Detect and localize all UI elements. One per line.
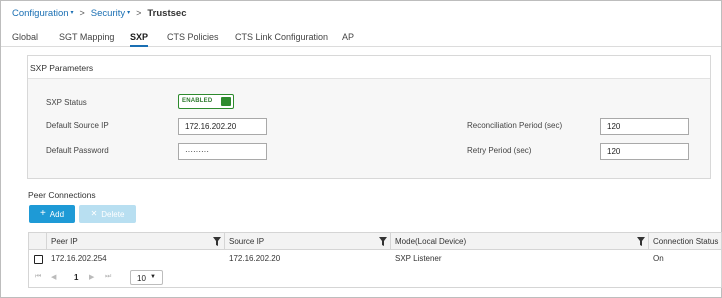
sxp-status-toggle[interactable]: ENABLED [178,94,234,109]
default-source-ip-label: Default Source IP [46,121,109,130]
add-button[interactable]: + Add [29,205,75,223]
plus-icon: + [39,208,46,219]
breadcrumb-security[interactable]: Security [91,8,125,19]
current-page-number[interactable]: 1 [74,273,78,282]
breadcrumb: Configuration ▾ > Security ▾ > Trustsec [12,6,186,20]
chevron-down-icon: ▼ [150,274,156,280]
breadcrumb-separator: > [79,8,85,18]
add-button-label: Add [49,209,65,219]
peer-connections-table: Peer IP Source IP Mode(Local Device) Con… [28,232,722,288]
cell-peer-ip: 172.16.202.254 [51,254,107,263]
sxp-status-label: SXP Status [46,98,87,107]
reconciliation-period-label: Reconciliation Period (sec) [467,121,563,130]
tab-ap[interactable]: AP [342,32,354,47]
tab-sxp[interactable]: SXP [130,32,149,47]
column-header-peer-ip[interactable]: Peer IP [47,233,225,250]
breadcrumb-separator: > [136,8,142,18]
cell-connection-status: On [653,254,664,263]
peer-connections-title: Peer Connections [28,190,96,200]
next-page-icon[interactable]: ▶ [89,273,94,281]
breadcrumb-current-trustsec: Trustsec [147,7,187,19]
retry-period-label: Retry Period (sec) [467,146,532,155]
column-title: Source IP [229,237,265,246]
default-password-input[interactable]: ········· [178,143,267,160]
panel-header: SXP Parameters [28,56,710,79]
tab-bar: Global SGT Mapping SXP CTS Policies CTS … [1,27,721,47]
tab-global[interactable]: Global [12,32,38,47]
filter-icon[interactable] [213,237,221,246]
default-source-ip-input[interactable]: 172.16.202.20 [178,118,267,135]
cell-mode: SXP Listener [395,254,442,263]
table-row[interactable]: 172.16.202.254 172.16.202.20 SXP Listene… [29,250,721,268]
trustsec-page: Configuration ▾ > Security ▾ > Trustsec … [0,0,722,298]
delete-button[interactable]: ✕ Delete [79,205,136,223]
first-page-icon[interactable]: ⏮ [35,273,41,281]
chevron-down-icon[interactable]: ▾ [127,9,130,16]
toggle-state-text: ENABLED [182,98,213,104]
sxp-parameters-title: SXP Parameters [30,63,94,73]
breadcrumb-configuration[interactable]: Configuration [12,8,69,19]
toggle-knob [221,97,231,106]
pagination: ⏮ ◀ 1 ▶ ⏭ 10 ▼ [29,270,721,286]
select-column-header [29,233,47,250]
column-title: Connection Status [653,237,719,246]
chevron-down-icon[interactable]: ▾ [71,9,74,16]
retry-period-input[interactable]: 120 [600,143,689,160]
default-password-label: Default Password [46,146,109,155]
column-title: Peer IP [51,237,78,246]
column-header-mode[interactable]: Mode(Local Device) [391,233,649,250]
column-header-source-ip[interactable]: Source IP [225,233,391,250]
table-header: Peer IP Source IP Mode(Local Device) Con… [29,233,721,250]
tab-cts-link-configuration[interactable]: CTS Link Configuration [235,32,328,47]
delete-button-label: Delete [101,209,125,219]
page-size-select[interactable]: 10 ▼ [130,270,163,285]
reconciliation-period-input[interactable]: 120 [600,118,689,135]
sxp-parameters-panel: SXP Parameters SXP Status ENABLED Defaul… [27,55,711,179]
prev-page-icon[interactable]: ◀ [51,273,56,281]
tab-sgt-mapping[interactable]: SGT Mapping [59,32,114,47]
tab-cts-policies[interactable]: CTS Policies [167,32,219,47]
last-page-icon[interactable]: ⏭ [105,273,111,281]
filter-icon[interactable] [379,237,387,246]
column-header-connection-status[interactable]: Connection Status [649,233,722,250]
filter-icon[interactable] [637,237,645,246]
row-select-checkbox[interactable] [34,255,43,264]
cell-source-ip: 172.16.202.20 [229,254,281,263]
column-title: Mode(Local Device) [395,237,467,246]
close-icon: ✕ [90,209,98,218]
page-size-value: 10 [137,274,146,283]
